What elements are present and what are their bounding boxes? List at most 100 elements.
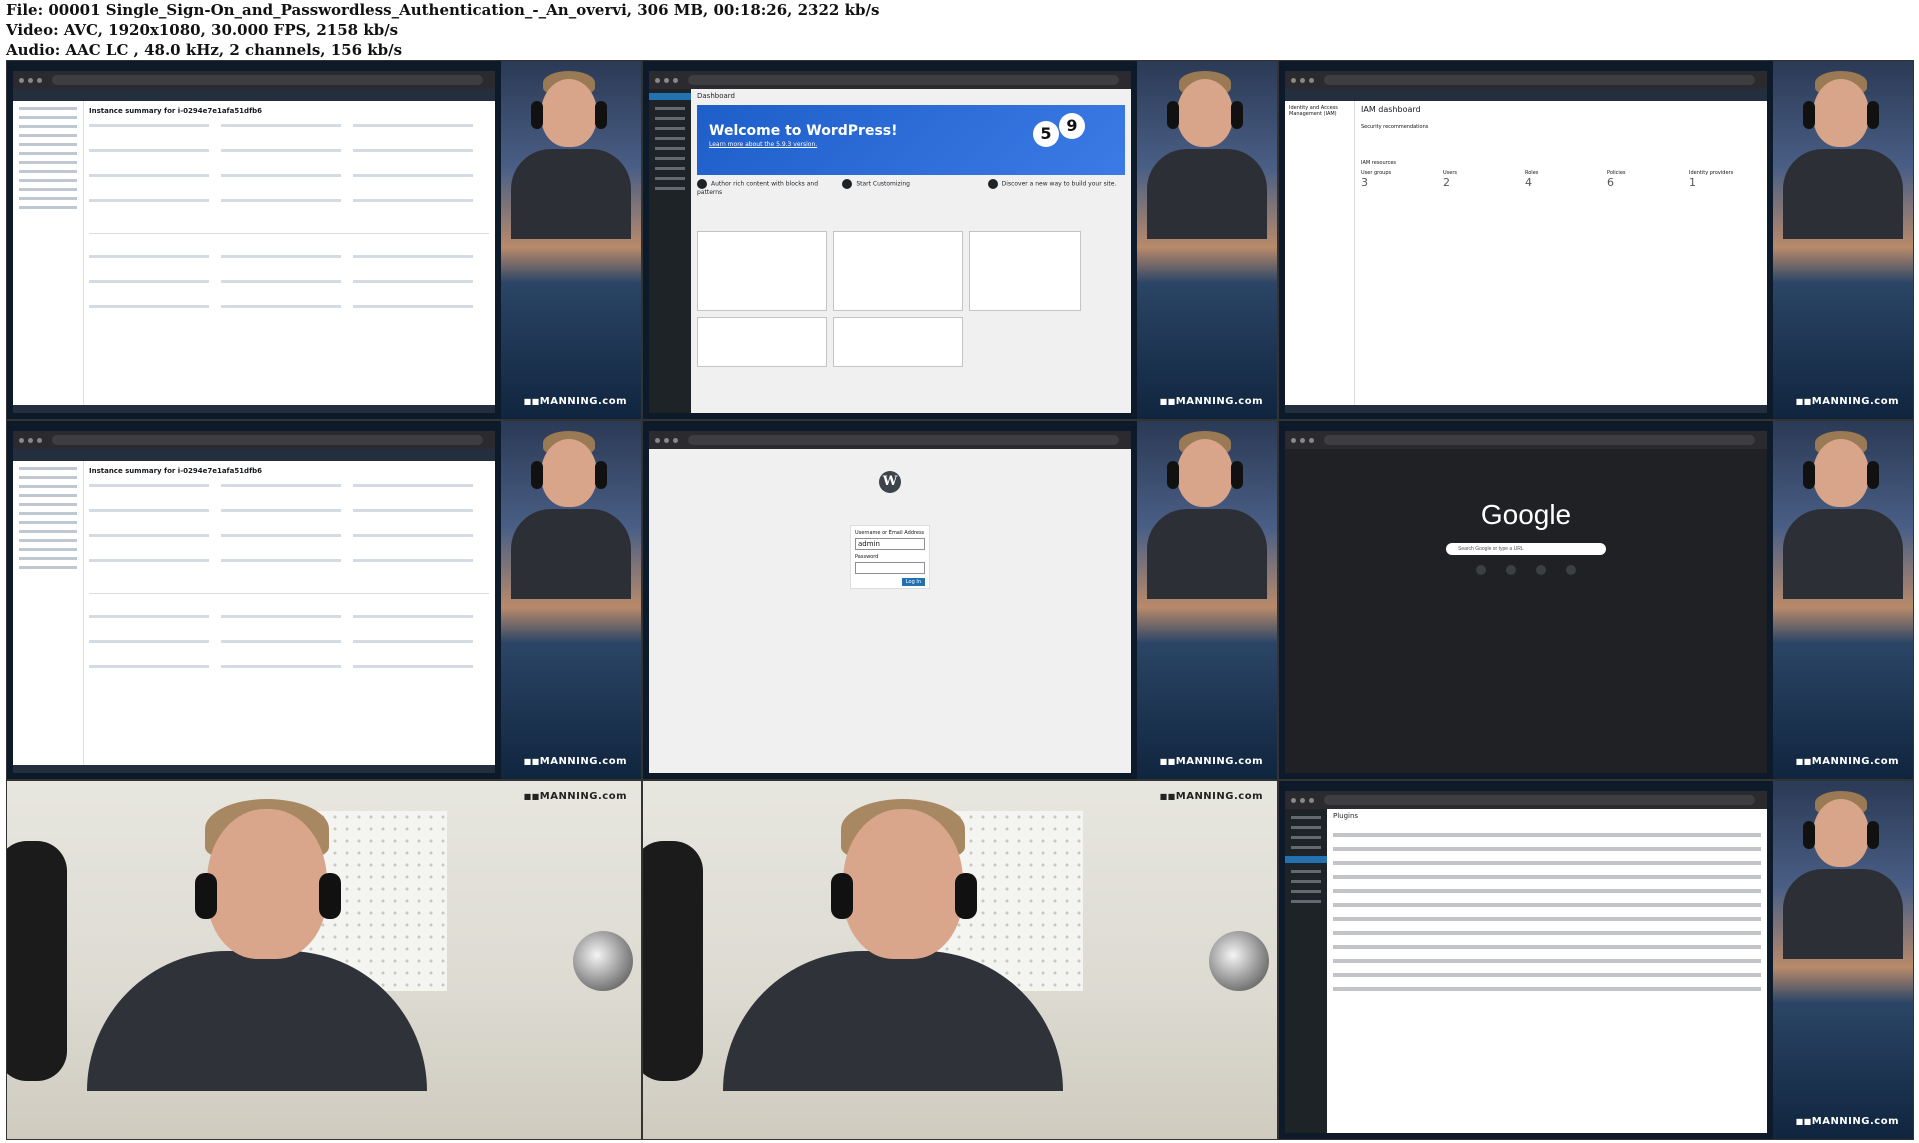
aws-main: Instance summary for i-0294e7e1afa51dfb6 <box>89 467 489 763</box>
webcam-inset <box>1137 61 1277 419</box>
webcam-full-frame <box>643 781 1277 1139</box>
iam-resources-heading: IAM resources <box>1361 160 1397 166</box>
password-label: Password <box>855 554 879 560</box>
page-title: Instance summary for i-0294e7e1afa51dfb6 <box>89 107 262 115</box>
shortcuts <box>1476 565 1576 575</box>
manning-watermark: MANNING.com <box>1796 756 1899 767</box>
shortcut-icon[interactable] <box>1506 565 1516 575</box>
welcome-col-discover: Discover a new way to build your site. <box>988 179 1125 225</box>
iam-main: IAM dashboard Security recommendations I… <box>1361 105 1761 403</box>
file-info-header: File: 00001 Single_Sign-On_and_Passwordl… <box>6 0 879 60</box>
shortcut-icon[interactable] <box>1536 565 1546 575</box>
widget-drag-area <box>969 231 1081 311</box>
thumbnail-grid: Instance summary for i-0294e7e1afa51dfb6… <box>6 60 1914 1140</box>
welcome-col-blocks: Author rich content with blocks and patt… <box>697 179 834 225</box>
browser-toolbar <box>13 431 495 449</box>
manning-watermark: MANNING.com <box>524 791 627 802</box>
shortcut-icon[interactable] <box>1476 565 1486 575</box>
webcam-inset <box>501 421 641 779</box>
screen-capture: Google Search Google or type a URL <box>1285 431 1767 773</box>
wp-main: Plugins <box>1327 809 1767 1133</box>
screen-capture: Dashboard Welcome to WordPress! Learn mo… <box>649 71 1131 413</box>
manning-watermark: MANNING.com <box>1796 1116 1899 1127</box>
thumbnail-webcam-2: MANNING.com <box>642 780 1278 1140</box>
aws-topbar <box>1285 89 1767 101</box>
manning-watermark: MANNING.com <box>1160 396 1263 407</box>
browser-toolbar <box>1285 71 1767 89</box>
version-badge: 5 9 <box>1033 113 1085 155</box>
manning-watermark: MANNING.com <box>1796 396 1899 407</box>
welcome-col-customize: Start Customizing <box>842 179 979 225</box>
browser-toolbar <box>1285 791 1767 809</box>
chair <box>643 841 703 1081</box>
thumbnail-aws-iam: Identity and Access Management (IAM) IAM… <box>1278 60 1914 420</box>
thumbnail-wordpress-dashboard: Dashboard Welcome to WordPress! Learn mo… <box>642 60 1278 420</box>
browser-toolbar <box>649 431 1131 449</box>
desk-lamp <box>1209 931 1269 991</box>
security-recommendations: Security recommendations <box>1361 124 1429 130</box>
google-logo: Google <box>1480 499 1572 530</box>
page-title: IAM dashboard <box>1361 105 1421 114</box>
resource-roles[interactable]: Roles 4 <box>1525 170 1597 189</box>
screen-capture: W Username or Email Address admin Passwo… <box>649 431 1131 773</box>
aws-topbar <box>13 89 495 101</box>
username-label: Username or Email Address <box>855 530 925 536</box>
thumbnail-aws-ec2-2: Instance summary for i-0294e7e1afa51dfb6… <box>6 420 642 780</box>
thumbnail-aws-ec2: Instance summary for i-0294e7e1afa51dfb6… <box>6 60 642 420</box>
webcam-inset <box>1773 61 1913 419</box>
login-page: W Username or Email Address admin Passwo… <box>649 449 1131 773</box>
page-title: Dashboard <box>697 92 735 100</box>
iam-sidebar: Identity and Access Management (IAM) <box>1285 101 1355 405</box>
plugins-table <box>1327 833 1767 991</box>
page-title: Instance summary for i-0294e7e1afa51dfb6 <box>89 467 262 475</box>
screen-capture: Instance summary for i-0294e7e1afa51dfb6 <box>13 71 495 413</box>
desk-lamp <box>573 931 633 991</box>
page-title: Plugins <box>1333 812 1359 820</box>
thumbnail-wordpress-plugins: Plugins MANNING.com <box>1278 780 1914 1140</box>
browser-toolbar <box>1285 431 1767 449</box>
username-field[interactable]: admin <box>855 538 925 550</box>
aws-topbar <box>13 449 495 461</box>
webcam-inset <box>1773 781 1913 1139</box>
webcam-inset <box>1137 421 1277 779</box>
webcam-inset <box>1773 421 1913 779</box>
webcam-full-frame <box>7 781 641 1139</box>
iam-sidebar-title: Identity and Access Management (IAM) <box>1289 105 1338 117</box>
login-button[interactable]: Log In <box>901 578 925 586</box>
thumbnail-webcam-1: MANNING.com <box>6 780 642 1140</box>
manning-watermark: MANNING.com <box>1160 791 1263 802</box>
audio-line: Audio: AAC LC , 48.0 kHz, 2 channels, 15… <box>6 41 403 59</box>
resource-users[interactable]: Users 2 <box>1443 170 1515 189</box>
aws-sidebar <box>13 101 84 413</box>
thumbnail-google: Google Search Google or type a URL MANNI… <box>1278 420 1914 780</box>
file-line: File: 00001 Single_Sign-On_and_Passwordl… <box>6 1 880 19</box>
resource-policies[interactable]: Policies 6 <box>1607 170 1679 189</box>
manning-watermark: MANNING.com <box>1160 756 1263 767</box>
widget-site-health <box>697 317 827 367</box>
password-field[interactable] <box>855 562 925 574</box>
browser-toolbar <box>649 71 1131 89</box>
video-line: Video: AVC, 1920x1080, 30.000 FPS, 2158 … <box>6 21 399 39</box>
iam-resources: User groups 3 Users 2 Roles 4 Policies 6 Ide… <box>1361 170 1761 189</box>
widget-php-update <box>697 231 827 311</box>
widget-quick-draft <box>833 231 963 311</box>
resource-identity-providers[interactable]: Identity providers 1 <box>1689 170 1761 189</box>
google-search-input[interactable]: Search Google or type a URL <box>1446 543 1606 555</box>
wp-admin-sidebar <box>649 89 691 413</box>
webcam-inset <box>501 61 641 419</box>
login-form: Username or Email Address admin Password… <box>850 525 930 589</box>
manning-watermark: MANNING.com <box>524 756 627 767</box>
browser-toolbar <box>13 71 495 89</box>
screen-capture: Instance summary for i-0294e7e1afa51dfb6 <box>13 431 495 773</box>
welcome-columns: Author rich content with blocks and patt… <box>697 179 1125 225</box>
wordpress-logo-icon: W <box>879 471 901 493</box>
resource-user-groups[interactable]: User groups 3 <box>1361 170 1433 189</box>
aws-main: Instance summary for i-0294e7e1afa51dfb6 <box>89 107 489 403</box>
screen-capture: Plugins <box>1285 791 1767 1133</box>
widget-events <box>833 317 963 367</box>
wp-main: Dashboard Welcome to WordPress! Learn mo… <box>691 89 1131 413</box>
thumbnail-wordpress-login: W Username or Email Address admin Passwo… <box>642 420 1278 780</box>
shortcut-icon[interactable] <box>1566 565 1576 575</box>
aws-sidebar <box>13 461 84 773</box>
manning-watermark: MANNING.com <box>524 396 627 407</box>
